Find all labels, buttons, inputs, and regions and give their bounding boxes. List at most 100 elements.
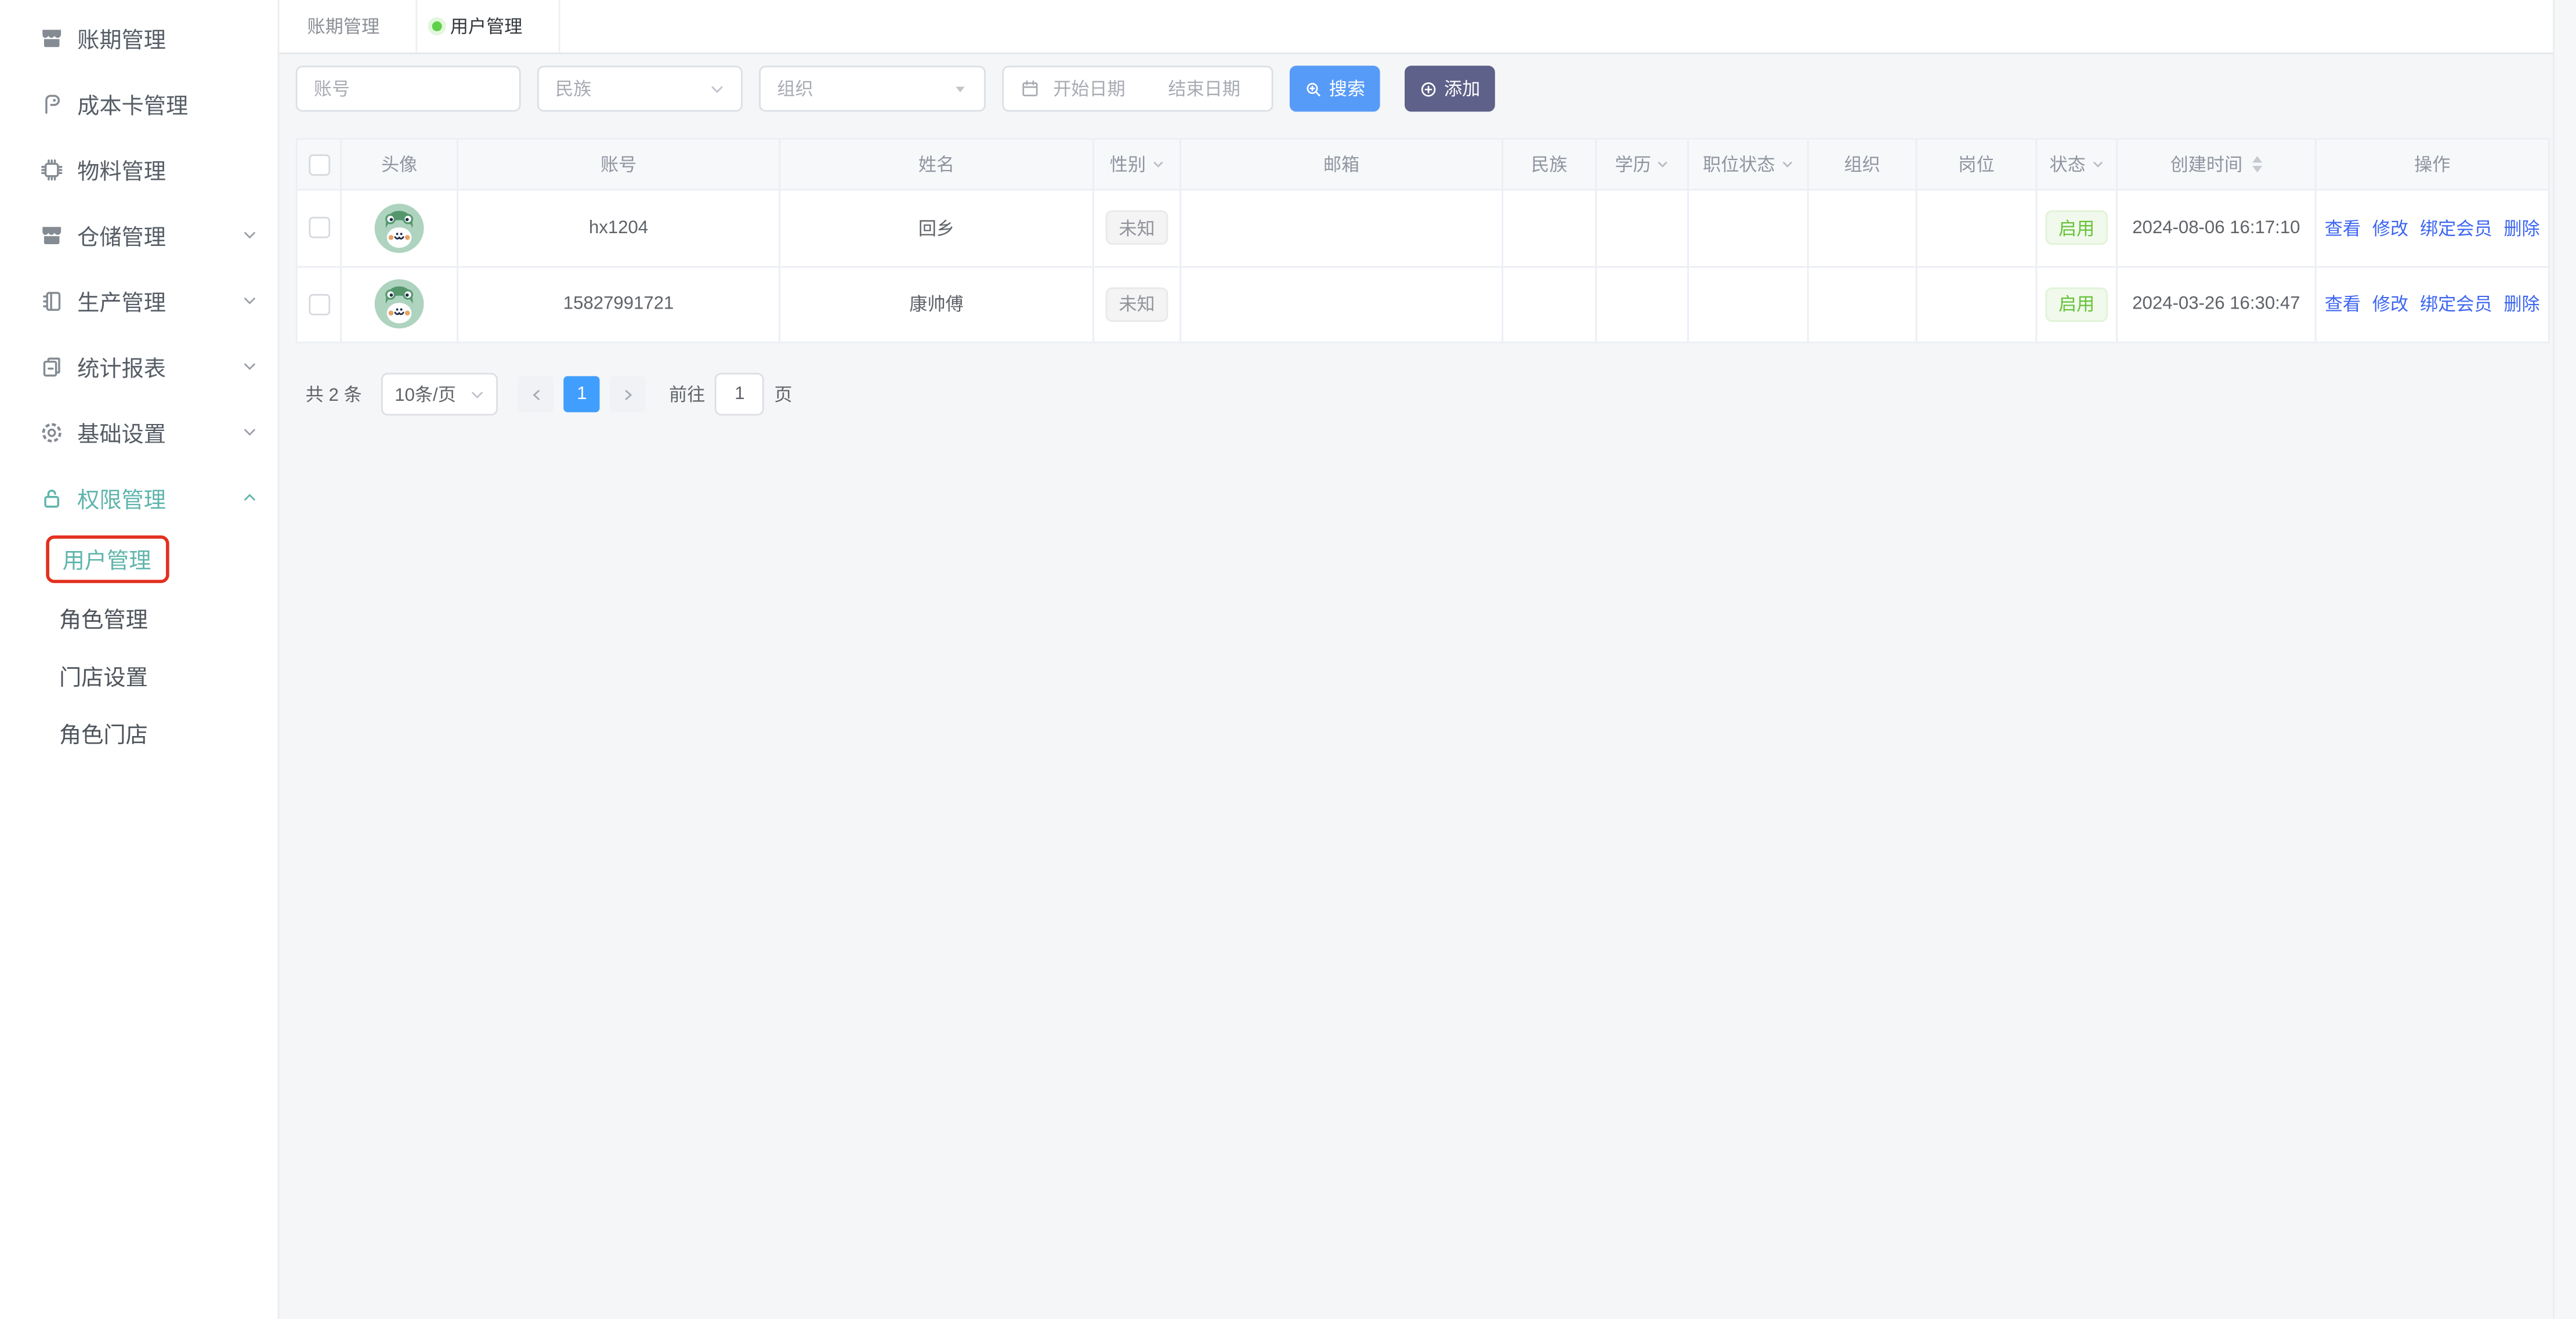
ethnicity-select[interactable]: 民族 (537, 66, 743, 111)
column-label: 岗位 (1958, 151, 1994, 177)
cell-select (298, 190, 342, 265)
organization-select[interactable]: 组织 (759, 66, 986, 111)
filter-bar: 账号 民族 组织 开始日期 结束日期 搜索 添加 (296, 66, 1495, 111)
sidebar-item-label: 成本卡管理 (77, 87, 258, 120)
column-label: 邮箱 (1323, 151, 1359, 177)
column-header-education[interactable]: 学历 (1597, 140, 1689, 189)
delete-link[interactable]: 删除 (2503, 215, 2539, 241)
column-header-job-status[interactable]: 职位状态 (1689, 140, 1809, 189)
table-header-row: 头像 账号 姓名 性别 邮箱 民族 学历 职位状态 组织 岗位 状态 创建时间 … (298, 140, 2548, 189)
row-checkbox[interactable] (308, 217, 330, 238)
cell-avatar (342, 190, 458, 265)
gender-tag: 未知 (1106, 211, 1168, 245)
column-header-gender[interactable]: 性别 (1094, 140, 1181, 189)
column-header-account: 账号 (458, 140, 780, 189)
chevron-down-icon (471, 387, 485, 401)
sidebar-subitem-user-management[interactable]: 用户管理 (0, 531, 278, 588)
page-number-button[interactable]: 1 (564, 376, 600, 412)
copy-report-icon (39, 354, 64, 378)
cell-email (1181, 267, 1503, 342)
sidebar-item-cost-card[interactable]: 成本卡管理 (0, 71, 278, 136)
column-header-name: 姓名 (780, 140, 1094, 189)
view-link[interactable]: 查看 (2325, 291, 2361, 317)
cell-account: hx1204 (458, 190, 780, 265)
column-label: 性别 (1110, 151, 1146, 177)
sidebar-subitem-label: 用户管理 (63, 549, 151, 573)
column-header-ethnicity: 民族 (1503, 140, 1597, 189)
column-label: 学历 (1615, 151, 1651, 177)
column-header-organization: 组织 (1809, 140, 1917, 189)
page-size-label: 10条/页 (395, 381, 456, 407)
goto-page-input[interactable]: 1 (715, 373, 764, 416)
cell-education (1597, 190, 1689, 265)
add-button-label: 添加 (1444, 75, 1480, 102)
cell-created-time: 2024-08-06 16:17:10 (2118, 190, 2317, 265)
status-tag: 启用 (2045, 287, 2108, 321)
account-input[interactable]: 账号 (296, 66, 521, 111)
column-header-created-time[interactable]: 创建时间 (2118, 140, 2317, 189)
bind-member-link[interactable]: 绑定会员 (2420, 215, 2492, 241)
row-checkbox[interactable] (308, 293, 330, 315)
cell-email (1181, 190, 1503, 265)
sidebar-item-reports[interactable]: 统计报表 (0, 334, 278, 399)
main-content: 账号 民族 组织 开始日期 结束日期 搜索 添加 (279, 54, 2576, 1319)
sidebar-item-label: 账期管理 (77, 21, 258, 55)
sidebar-item-basic-settings[interactable]: 基础设置 (0, 399, 278, 465)
sidebar-item-production[interactable]: 生产管理 (0, 268, 278, 334)
next-page-button[interactable] (610, 376, 646, 412)
user-avatar (375, 203, 424, 252)
edit-link[interactable]: 修改 (2372, 215, 2408, 241)
sidebar-item-label: 基础设置 (77, 415, 229, 448)
goto-page-value: 1 (735, 385, 744, 404)
column-label: 创建时间 (2170, 151, 2243, 177)
cell-created-time: 2024-03-26 16:30:47 (2118, 267, 2317, 342)
sidebar-subitem-label: 角色管理 (59, 600, 148, 633)
sidebar-item-warehouse[interactable]: 仓储管理 (0, 202, 278, 267)
view-link[interactable]: 查看 (2325, 215, 2361, 241)
chevron-down-icon (241, 358, 258, 374)
chevron-up-icon (241, 490, 258, 506)
sidebar-subitem-store-settings[interactable]: 门店设置 (0, 646, 278, 703)
sidebar-subitem-role-management[interactable]: 角色管理 (0, 588, 278, 646)
filter-chevron-icon (1151, 158, 1164, 171)
page-scrollbar-track[interactable] (2553, 0, 2576, 1319)
filter-chevron-icon (1780, 158, 1793, 171)
column-header-status[interactable]: 状态 (2037, 140, 2118, 189)
date-range-picker[interactable]: 开始日期 结束日期 (1002, 66, 1273, 111)
status-tag: 启用 (2045, 211, 2108, 245)
sidebar-item-permissions[interactable]: 权限管理 (0, 465, 278, 530)
prev-page-button[interactable] (518, 376, 554, 412)
table-row: 15827991721 康帅傅 未知 启用 2024-03-26 16:30:4… (298, 265, 2548, 342)
sidebar-subitem-role-store[interactable]: 角色门店 (0, 703, 278, 760)
column-label: 姓名 (918, 151, 954, 177)
cell-gender: 未知 (1094, 267, 1181, 342)
end-date-placeholder: 结束日期 (1168, 75, 1240, 102)
edit-link[interactable]: 修改 (2372, 291, 2408, 317)
column-label: 头像 (381, 151, 417, 177)
column-header-post: 岗位 (1917, 140, 2038, 189)
sidebar-subitem-label: 门店设置 (59, 658, 148, 691)
select-all-checkbox[interactable] (308, 154, 330, 175)
shop-icon (39, 223, 64, 247)
delete-link[interactable]: 删除 (2503, 291, 2539, 317)
search-button-label: 搜索 (1329, 75, 1365, 102)
column-header-email: 邮箱 (1181, 140, 1503, 189)
chevron-right-icon (621, 387, 635, 401)
page-size-select[interactable]: 10条/页 (382, 373, 498, 416)
add-button[interactable]: 添加 (1405, 66, 1495, 111)
bind-member-link[interactable]: 绑定会员 (2420, 291, 2492, 317)
filter-chevron-icon (2090, 158, 2104, 171)
active-tab-dot-icon (432, 21, 442, 31)
cell-organization (1809, 190, 1917, 265)
filter-chevron-icon (1656, 158, 1669, 171)
tab-billing-period[interactable]: 账期管理 (292, 0, 417, 53)
sidebar-item-materials[interactable]: 物料管理 (0, 136, 278, 202)
shop-icon (39, 26, 64, 50)
cell-gender: 未知 (1094, 190, 1181, 265)
tab-user-management[interactable]: 用户管理 (417, 0, 560, 53)
search-button[interactable]: 搜索 (1290, 66, 1380, 111)
sidebar-item-billing-period[interactable]: 账期管理 (0, 5, 278, 70)
sort-carets-icon[interactable] (2252, 156, 2262, 172)
user-avatar (375, 280, 424, 329)
tab-label: 用户管理 (450, 13, 523, 39)
